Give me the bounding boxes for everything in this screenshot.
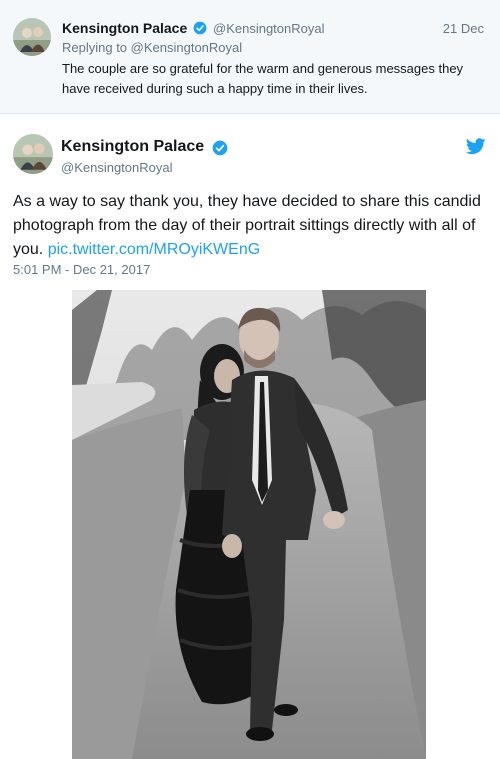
- parent-tweet[interactable]: Kensington Palace @KensingtonRoyal 21 De…: [0, 0, 500, 114]
- author-name[interactable]: Kensington Palace: [62, 20, 187, 36]
- kensington-avatar-icon: [13, 18, 51, 56]
- avatar[interactable]: [13, 18, 51, 56]
- tweet-text: As a way to say thank you, they have dec…: [13, 190, 487, 262]
- avatar[interactable]: [13, 134, 53, 174]
- tweet-embed: Kensington Palace @KensingtonRoyal 21 De…: [0, 0, 500, 759]
- tweet-photo[interactable]: [72, 290, 426, 759]
- replying-handle-link[interactable]: @KensingtonRoyal: [131, 40, 242, 55]
- replying-prefix: Replying to: [62, 40, 131, 55]
- author-name[interactable]: Kensington Palace: [61, 138, 204, 156]
- tweet-text: The couple are so grateful for the warm …: [62, 61, 464, 96]
- verified-badge-icon: [193, 21, 207, 35]
- replying-to: Replying to @KensingtonRoyal: [62, 40, 242, 55]
- author-handle[interactable]: @KensingtonRoyal: [213, 21, 324, 36]
- kensington-avatar-icon: [13, 134, 53, 174]
- twitter-bird-icon[interactable]: [466, 138, 486, 155]
- author-handle[interactable]: @KensingtonRoyal: [61, 160, 172, 175]
- verified-badge-icon: [212, 140, 228, 156]
- tweet-timestamp[interactable]: 5:01 PM - Dec 21, 2017: [13, 262, 150, 277]
- couple-photo-image: [72, 290, 426, 759]
- tweet-date[interactable]: 21 Dec: [443, 21, 484, 36]
- media-link[interactable]: pic.twitter.com/MROyiKWEnG: [48, 241, 260, 258]
